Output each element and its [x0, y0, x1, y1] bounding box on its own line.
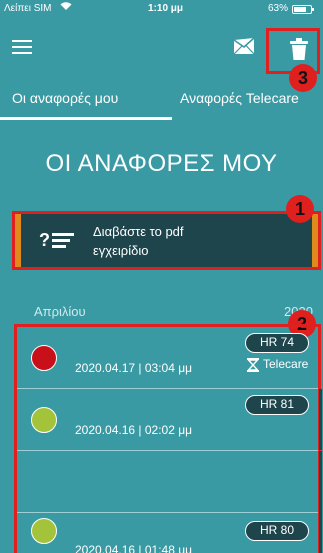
manual-text: Διαβάστε το pdf εγχειρίδιο — [93, 222, 184, 260]
mail-button[interactable] — [232, 36, 256, 58]
menu-button[interactable] — [12, 40, 32, 56]
menu-icon-bar — [12, 40, 32, 42]
status-bar: Λείπει SIM 1:10 μμ 63% — [0, 0, 323, 20]
banner-accent-right — [312, 214, 318, 267]
telecare-label: Telecare — [263, 357, 309, 371]
menu-icon-bar — [12, 52, 32, 54]
tab-my-reports[interactable]: Οι αναφορές μου — [12, 90, 118, 106]
svg-text:?: ? — [39, 230, 50, 250]
battery-percent: 63% — [268, 3, 289, 14]
mail-envelope-icon — [233, 37, 255, 55]
top-toolbar — [0, 20, 323, 80]
delete-button[interactable] — [290, 38, 308, 60]
row-edge-accent — [319, 451, 322, 553]
report-date: 2020.04.16 | 01:48 μμ — [75, 543, 193, 553]
page-title: ΟΙ ΑΝΑΦΟΡΕΣ ΜΟΥ — [45, 150, 278, 177]
row-edge-accent — [319, 389, 322, 450]
report-row[interactable]: 2020.04.17 | 03:04 μμ HR 74 Telecare — [17, 327, 318, 389]
carrier-label: Λείπει SIM — [4, 3, 52, 14]
row-divider — [17, 512, 318, 513]
heart-rate-badge: HR 74 — [245, 333, 309, 353]
month-section-header: Απριλίου 2020 — [0, 303, 323, 319]
status-dot — [31, 518, 57, 544]
tab-telecare-reports[interactable]: Αναφορές Telecare — [180, 90, 299, 106]
hourglass-icon — [247, 357, 259, 372]
manual-text-line2: εγχειρίδιο — [93, 243, 149, 258]
banner-accent-left — [15, 214, 21, 267]
help-list-icon: ? — [39, 230, 74, 250]
app-screen: Λείπει SIM 1:10 μμ 63% 3 Οι αναφορές μου… — [0, 0, 323, 553]
telecare-tag: Telecare — [247, 357, 308, 372]
active-tab-indicator — [0, 117, 172, 120]
battery-icon — [292, 5, 314, 14]
menu-icon-bar — [12, 46, 32, 48]
status-dot — [31, 345, 57, 371]
report-row[interactable]: 2020.04.16 | 02:02 μμ HR 81 — [17, 389, 322, 451]
heart-rate-badge: HR 81 — [245, 395, 309, 415]
tab-bar: Οι αναφορές μου Αναφορές Telecare — [0, 80, 323, 120]
report-date: 2020.04.16 | 02:02 μμ — [75, 423, 193, 437]
trash-icon — [290, 38, 308, 60]
report-date: 2020.04.17 | 03:04 μμ — [75, 361, 193, 375]
manual-text-line1: Διαβάστε το pdf — [93, 224, 184, 239]
heart-rate-badge: HR 80 — [245, 521, 309, 541]
month-label: Απριλίου — [34, 304, 86, 319]
clock-label: 1:10 μμ — [148, 3, 184, 14]
report-row[interactable]: 2020.04.16 | 01:48 μμ HR 80 — [17, 451, 322, 553]
pdf-manual-banner[interactable]: ? Διαβάστε το pdf εγχειρίδιο — [15, 214, 318, 267]
annotation-marker-1: 1 — [286, 195, 314, 223]
wifi-icon — [60, 1, 72, 14]
status-dot — [31, 407, 57, 433]
